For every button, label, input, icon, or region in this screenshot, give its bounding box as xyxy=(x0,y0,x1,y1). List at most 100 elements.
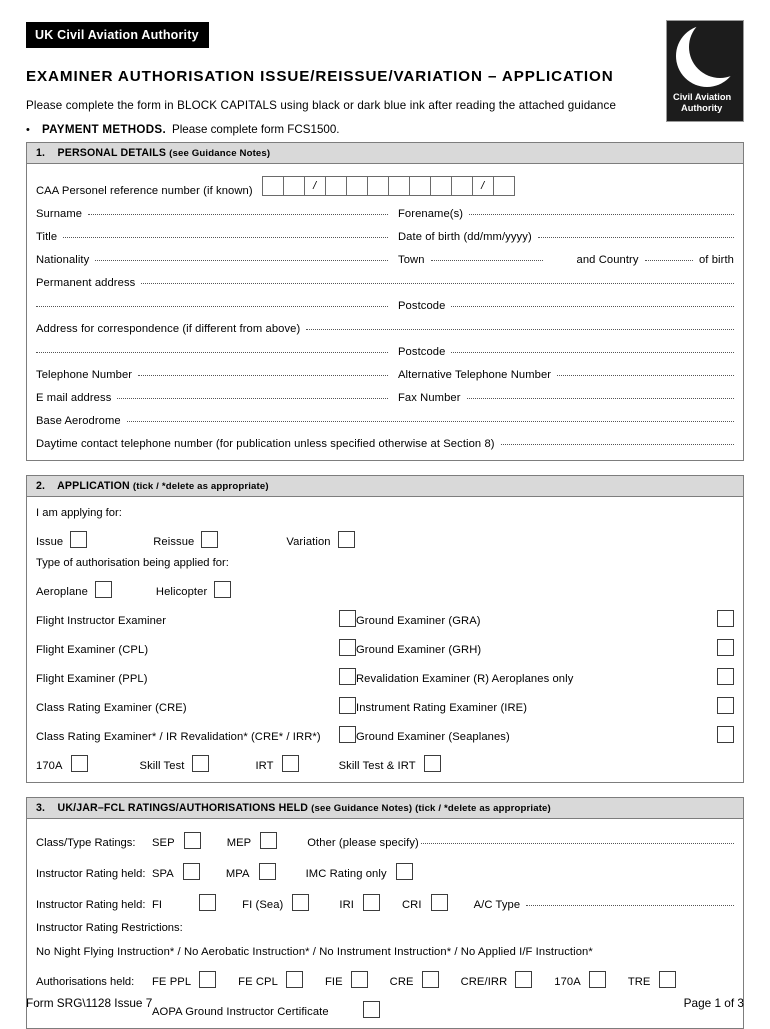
alt-telephone-field[interactable]: Alternative Telephone Number xyxy=(388,369,734,381)
option-helicopter[interactable]: Helicopter xyxy=(156,578,232,598)
other-rating-input[interactable] xyxy=(420,843,734,844)
postcode-field-2[interactable]: Postcode xyxy=(388,346,734,358)
option-170a[interactable]: 170A xyxy=(36,752,88,772)
ref-box[interactable] xyxy=(261,176,284,196)
ac-type-input[interactable] xyxy=(526,905,734,906)
correspondence-address-input[interactable] xyxy=(306,329,734,330)
correspondence-address-input-2[interactable] xyxy=(36,352,388,353)
daytime-contact-input[interactable] xyxy=(500,444,734,445)
birthplace-field[interactable]: Town and Country of birth xyxy=(388,254,734,266)
ref-box[interactable] xyxy=(450,176,473,196)
dob-field[interactable]: Date of birth (dd/mm/yyyy) xyxy=(388,231,734,243)
telephone-input[interactable] xyxy=(138,375,388,376)
checkbox-iri[interactable] xyxy=(362,894,380,911)
ref-box[interactable] xyxy=(324,176,347,196)
checkbox-170a-auth[interactable] xyxy=(588,971,606,988)
option-fi[interactable]: FI xyxy=(152,891,217,911)
checkbox-mep[interactable] xyxy=(260,832,278,849)
ref-box[interactable] xyxy=(408,176,431,196)
checkbox-ground-examiner-gra[interactable] xyxy=(717,610,734,627)
examiner-option-gra[interactable]: Ground Examiner (GRA) xyxy=(356,607,734,627)
checkbox-flight-examiner-ppl[interactable] xyxy=(339,668,356,685)
option-iri[interactable]: IRI xyxy=(339,891,380,911)
nationality-field[interactable]: Nationality xyxy=(36,254,388,266)
alt-telephone-input[interactable] xyxy=(557,375,734,376)
ac-type-field[interactable]: A/C Type xyxy=(474,899,734,911)
examiner-option-seaplanes[interactable]: Ground Examiner (Seaplanes) xyxy=(356,723,734,743)
examiner-option-cre-irr[interactable]: Class Rating Examiner* / IR Revalidation… xyxy=(36,723,356,743)
option-sep[interactable]: SEP xyxy=(152,829,201,849)
checkbox-variation[interactable] xyxy=(337,531,355,548)
checkbox-flight-examiner-cpl[interactable] xyxy=(339,639,356,656)
base-aerodrome-input[interactable] xyxy=(126,421,734,422)
option-skill-test[interactable]: Skill Test xyxy=(140,752,210,772)
checkbox-mpa[interactable] xyxy=(258,863,276,880)
forenames-input[interactable] xyxy=(469,214,734,215)
checkbox-skill-test-and-irt[interactable] xyxy=(423,755,441,772)
option-spa[interactable]: SPA xyxy=(152,860,200,880)
fax-field[interactable]: Fax Number xyxy=(388,392,734,404)
examiner-option-ire[interactable]: Instrument Rating Examiner (IRE) xyxy=(356,694,734,714)
postcode-field[interactable]: Postcode xyxy=(388,300,734,312)
option-skill-test-irt[interactable]: Skill Test & IRT xyxy=(339,752,441,772)
ref-box[interactable] xyxy=(429,176,452,196)
ref-box[interactable] xyxy=(387,176,410,196)
postcode-input[interactable] xyxy=(451,306,734,307)
option-fe-cpl[interactable]: FE CPL xyxy=(238,968,303,988)
checkbox-fe-ppl[interactable] xyxy=(199,971,217,988)
title-input[interactable] xyxy=(63,237,388,238)
checkbox-issue[interactable] xyxy=(70,531,88,548)
option-mpa[interactable]: MPA xyxy=(226,860,276,880)
checkbox-sep[interactable] xyxy=(183,832,201,849)
option-mep[interactable]: MEP xyxy=(227,829,278,849)
checkbox-cre-irr[interactable] xyxy=(339,726,356,743)
checkbox-fe-cpl[interactable] xyxy=(285,971,303,988)
dob-input[interactable] xyxy=(537,237,734,238)
checkbox-tre[interactable] xyxy=(658,971,676,988)
option-reissue[interactable]: Reissue xyxy=(153,528,219,548)
country-input[interactable] xyxy=(644,260,693,261)
checkbox-ground-examiner-grh[interactable] xyxy=(717,639,734,656)
surname-field[interactable]: Surname xyxy=(36,208,388,220)
option-fe-ppl[interactable]: FE PPL xyxy=(152,968,217,988)
option-170a-auth[interactable]: 170A xyxy=(554,968,606,988)
option-irt[interactable]: IRT xyxy=(255,752,299,772)
examiner-option-fe-cpl[interactable]: Flight Examiner (CPL) xyxy=(36,636,356,656)
option-cre-irr-auth[interactable]: CRE/IRR xyxy=(461,968,533,988)
checkbox-cri[interactable] xyxy=(430,894,448,911)
checkbox-fi-sea[interactable] xyxy=(292,894,310,911)
telephone-field[interactable]: Telephone Number xyxy=(36,369,388,381)
ref-box[interactable] xyxy=(366,176,389,196)
examiner-option-cre[interactable]: Class Rating Examiner (CRE) xyxy=(36,694,356,714)
examiner-option-revalidation[interactable]: Revalidation Examiner (R) Aeroplanes onl… xyxy=(356,665,734,685)
option-fie[interactable]: FIE xyxy=(325,968,368,988)
checkbox-aeroplane[interactable] xyxy=(94,581,112,598)
ref-box[interactable] xyxy=(282,176,305,196)
town-input[interactable] xyxy=(430,260,543,261)
option-tre[interactable]: TRE xyxy=(628,968,676,988)
option-issue[interactable]: Issue xyxy=(36,528,88,548)
correspondence-address-line2[interactable] xyxy=(36,352,388,355)
nationality-input[interactable] xyxy=(95,260,388,261)
examiner-option-fe-ppl[interactable]: Flight Examiner (PPL) xyxy=(36,665,356,685)
checkbox-helicopter[interactable] xyxy=(214,581,232,598)
checkbox-revalidation-examiner[interactable] xyxy=(717,668,734,685)
checkbox-reissue[interactable] xyxy=(201,531,219,548)
option-fi-sea[interactable]: FI (Sea) xyxy=(242,891,310,911)
examiner-option-grh[interactable]: Ground Examiner (GRH) xyxy=(356,636,734,656)
checkbox-flight-instructor-examiner[interactable] xyxy=(339,610,356,627)
checkbox-170a[interactable] xyxy=(70,755,88,772)
checkbox-instrument-rating-examiner[interactable] xyxy=(717,697,734,714)
permanent-address-input-2[interactable] xyxy=(36,306,388,307)
checkbox-irt[interactable] xyxy=(281,755,299,772)
title-field[interactable]: Title xyxy=(36,231,388,243)
checkbox-class-rating-examiner[interactable] xyxy=(339,697,356,714)
postcode-input-2[interactable] xyxy=(451,352,734,353)
option-cre-auth[interactable]: CRE xyxy=(390,968,439,988)
email-field[interactable]: E mail address xyxy=(36,392,388,404)
permanent-address-input[interactable] xyxy=(141,283,734,284)
checkbox-fie[interactable] xyxy=(350,971,368,988)
option-aeroplane[interactable]: Aeroplane xyxy=(36,578,112,598)
checkbox-ground-examiner-seaplanes[interactable] xyxy=(717,726,734,743)
option-cri[interactable]: CRI xyxy=(402,891,448,911)
